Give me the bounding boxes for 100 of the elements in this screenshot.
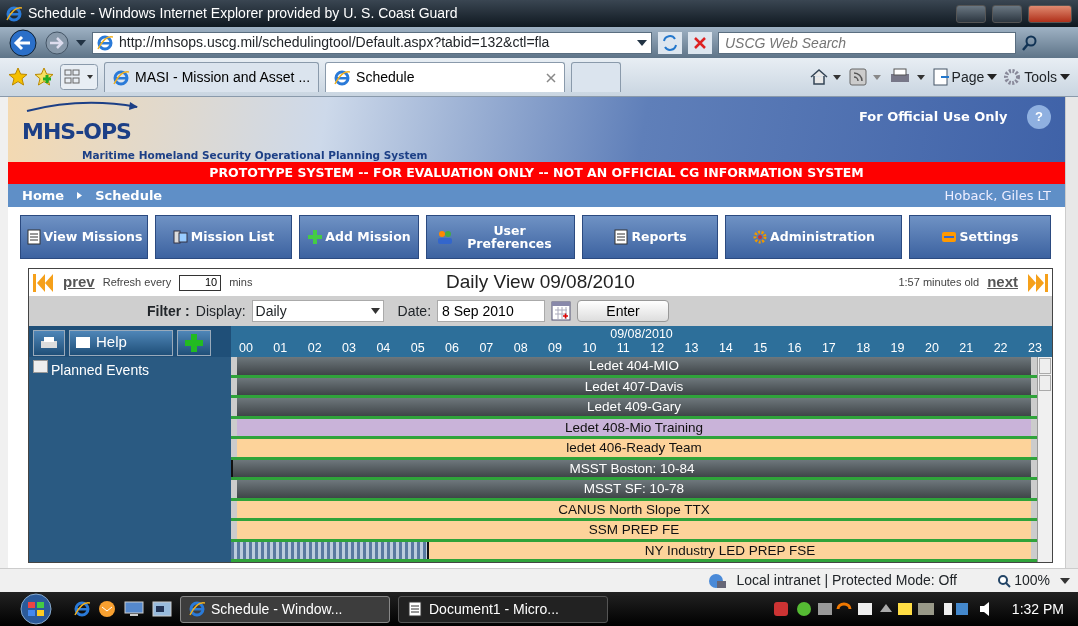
- ie-icon: [113, 69, 129, 86]
- search-field[interactable]: USCG Web Search: [718, 31, 1016, 54]
- hour-label: 21: [959, 341, 974, 355]
- minimize-button[interactable]: [956, 4, 986, 23]
- calendar-icon[interactable]: [551, 301, 572, 321]
- hour-label: 16: [787, 341, 802, 355]
- plus-icon: [184, 332, 204, 353]
- event-bar[interactable]: SSM PREP FE: [231, 521, 1037, 539]
- hour-label: 06: [445, 341, 459, 355]
- ie-icon: [189, 601, 205, 617]
- nav-button[interactable]: Administration: [725, 215, 902, 259]
- document-icon: [25, 229, 42, 245]
- refresh-button[interactable]: [658, 31, 682, 54]
- address-field[interactable]: http://mhsops.uscg.mil/schedulingtool/Default.aspx?tabid=132&ctl=fla: [92, 31, 652, 54]
- hour-label: 01: [273, 341, 288, 355]
- quick-tabs-button[interactable]: [60, 64, 98, 90]
- speaker-icon[interactable]: [979, 602, 990, 616]
- ie-icon[interactable]: [74, 601, 90, 617]
- hour-label: 18: [856, 341, 871, 355]
- caret-icon: [987, 73, 998, 81]
- enter-button[interactable]: Enter: [577, 300, 670, 322]
- monitor-icon[interactable]: [124, 601, 144, 617]
- event-bar[interactable]: MSST SF: 10-78: [231, 480, 1037, 498]
- hour-label: 07: [479, 341, 494, 355]
- hour-label: 10: [582, 341, 597, 355]
- ie-icon: [334, 69, 351, 86]
- magnifier-icon: [996, 573, 1011, 588]
- close-button[interactable]: [1028, 4, 1072, 23]
- globe-icon: [708, 572, 727, 589]
- star-icon[interactable]: [8, 67, 28, 87]
- ie-icon: [6, 5, 22, 22]
- data-age-label: 1:57 minutes old: [898, 275, 980, 291]
- hour-label: 00: [239, 341, 253, 355]
- document-icon: [613, 229, 630, 245]
- close-tab-icon[interactable]: [546, 72, 557, 83]
- back-button[interactable]: [8, 27, 38, 58]
- window-title: Schedule - Windows Internet Explorer provided by U. S. Coast Guard: [28, 4, 459, 23]
- dropdown-arrow-icon: [637, 38, 647, 47]
- window-icon[interactable]: [152, 601, 172, 617]
- browser-tab[interactable]: Schedule: [325, 62, 566, 92]
- checkbox[interactable]: [33, 360, 48, 373]
- event-bar[interactable]: Ledet 409-Gary: [231, 398, 1037, 416]
- new-tab-button[interactable]: [571, 62, 622, 92]
- clock-time: 1:32 PM: [1011, 599, 1064, 619]
- plus-icon: [307, 229, 324, 245]
- hour-label: 15: [753, 341, 768, 355]
- add-button[interactable]: [177, 329, 211, 356]
- caret-icon[interactable]: [1060, 576, 1070, 585]
- page-scrollbar[interactable]: [1065, 97, 1078, 568]
- next-arrow-icon[interactable]: [1026, 273, 1048, 292]
- print-icon: [40, 335, 58, 350]
- forward-button[interactable]: [44, 29, 70, 56]
- taskbar-button[interactable]: Schedule - Window...: [180, 595, 390, 623]
- help-button[interactable]: Help: [69, 329, 173, 356]
- event-bar[interactable]: Ledet 404-MIO: [231, 357, 1037, 375]
- caret-icon: [370, 308, 380, 314]
- timeline-date: 09/08/2010: [610, 327, 673, 341]
- logo-text: MHS-OPS: [22, 117, 132, 146]
- hour-label: 17: [821, 341, 836, 355]
- menu-button[interactable]: Page: [932, 66, 998, 88]
- settings-icon: [941, 229, 958, 245]
- add-favorite-icon[interactable]: [34, 67, 54, 87]
- hour-label: 04: [376, 341, 391, 355]
- home-icon[interactable]: [808, 68, 843, 86]
- hour-label: 03: [342, 341, 356, 355]
- previous-arrow-icon[interactable]: [33, 273, 55, 292]
- gear-icon: [1003, 68, 1022, 86]
- display-dropdown[interactable]: Daily: [251, 300, 384, 322]
- maximize-button[interactable]: [992, 4, 1022, 23]
- previous-link[interactable]: prev: [63, 271, 95, 294]
- print-button[interactable]: [33, 329, 65, 356]
- menu-button[interactable]: Tools: [1003, 66, 1070, 88]
- taskbar-button[interactable]: Document1 - Micro...: [398, 595, 608, 623]
- nav-button[interactable]: User Preferences: [426, 215, 575, 259]
- mail-icon[interactable]: [98, 600, 116, 618]
- nav-button[interactable]: Settings: [909, 215, 1051, 259]
- dropdown-arrow-icon[interactable]: [76, 38, 86, 47]
- hour-label: 12: [650, 341, 665, 355]
- hour-label: 22: [993, 341, 1008, 355]
- square-icon: [76, 337, 90, 348]
- zoom-button[interactable]: 100%: [996, 570, 1050, 591]
- classification-label: For Official Use Only: [858, 108, 1008, 127]
- nav-button[interactable]: Add Mission: [299, 215, 419, 259]
- nav-button[interactable]: View Missions: [20, 215, 148, 259]
- stop-button[interactable]: [688, 31, 712, 54]
- date-label: Date:: [397, 301, 432, 321]
- schedule-title: Daily View 09/08/2010: [445, 270, 636, 295]
- next-link[interactable]: next: [987, 271, 1018, 294]
- feed-icon[interactable]: [848, 68, 883, 86]
- search-icon[interactable]: [1022, 34, 1038, 51]
- browser-tab[interactable]: MASI - Mission and Asset ...: [104, 62, 320, 92]
- refresh-interval-field[interactable]: 10: [179, 274, 222, 291]
- hour-label: 13: [684, 341, 699, 355]
- event-bar[interactable]: ledet 406-Ready Team: [231, 439, 1037, 457]
- nav-button[interactable]: Mission List: [155, 215, 292, 259]
- hour-label: 05: [410, 341, 425, 355]
- display-label: Display:: [195, 301, 246, 321]
- nav-button[interactable]: Reports: [582, 215, 718, 259]
- date-field[interactable]: 8 Sep 2010: [437, 300, 546, 322]
- hour-label: 23: [1028, 341, 1042, 355]
